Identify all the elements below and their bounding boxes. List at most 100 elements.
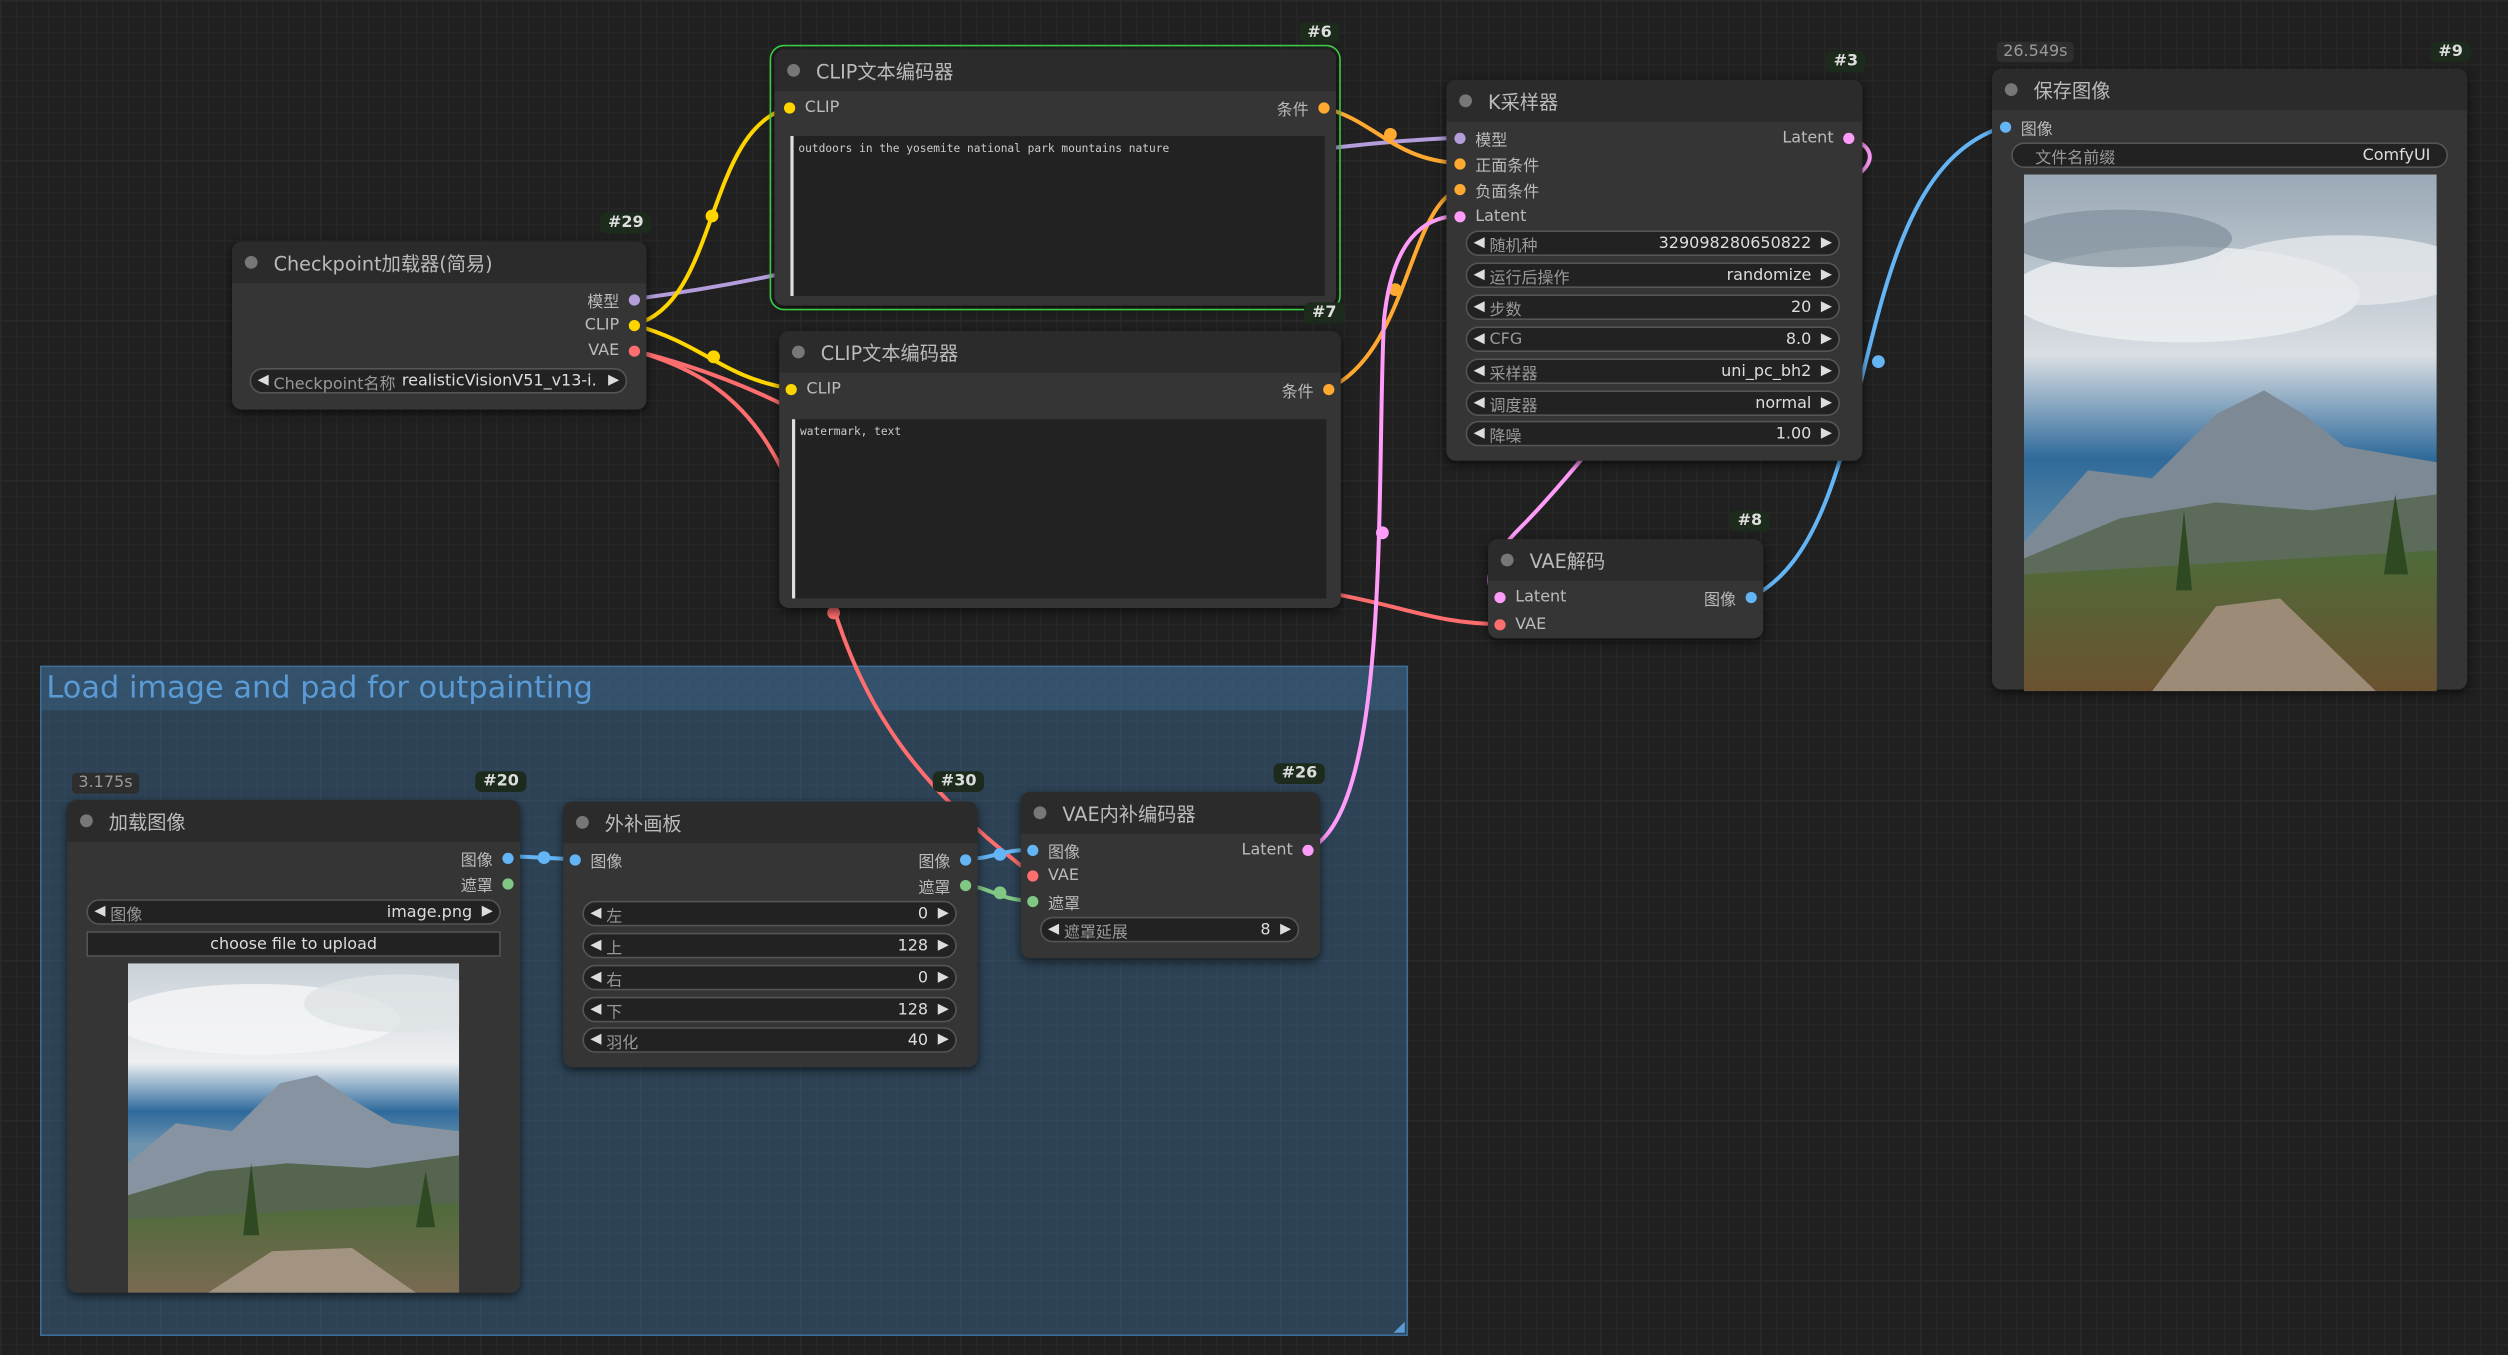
feathering-widget[interactable]: ◀ 羽化 40 ▶ xyxy=(582,1027,957,1053)
upload-button[interactable]: choose file to upload xyxy=(86,931,501,957)
clip-text-encode-positive-node[interactable]: CLIP文本编码器 CLIP 条件 outdoors in the yosemi… xyxy=(769,44,1341,311)
node-header[interactable]: 加载图像 xyxy=(67,800,520,842)
node-header[interactable]: Checkpoint加载器(简易) xyxy=(232,241,647,284)
input-slot-image[interactable]: 图像 xyxy=(1027,840,1080,862)
image-file-combo[interactable]: ◀ 图像 image.png ▶ xyxy=(86,899,501,925)
input-slot-image[interactable]: 图像 xyxy=(569,850,622,871)
arrow-right-icon: ▶ xyxy=(481,904,493,920)
load-image-node[interactable]: 加载图像 图像 遮罩 ◀ 图像 image.png ▶ choose file to … xyxy=(67,800,520,1293)
collapse-dot-icon[interactable] xyxy=(1033,806,1047,820)
collapse-dot-icon[interactable] xyxy=(1500,553,1514,567)
arrow-right-icon: ▶ xyxy=(1820,425,1832,442)
input-slot-mask[interactable]: 遮罩 xyxy=(1027,891,1080,913)
ksampler-node[interactable]: K采样器 模型 正面条件 负面条件 Latent Latent ◀ 随机种 3290… xyxy=(1446,80,1863,461)
input-slot-model[interactable]: 模型 xyxy=(1454,128,1507,150)
pad-top-widget[interactable]: ◀ 上 128 ▶ xyxy=(582,932,957,959)
node-header[interactable]: 保存图像 xyxy=(1992,68,2468,111)
save-image-node[interactable]: 保存图像 图像 文件名前缀 ComfyUI xyxy=(1992,68,2468,692)
collapse-dot-icon[interactable] xyxy=(787,64,800,77)
output-slot-clip[interactable]: CLIP xyxy=(585,315,640,334)
clip-text-encode-negative-node[interactable]: CLIP文本编码器 CLIP 条件 watermark, text xyxy=(779,331,1341,608)
arrow-right-icon: ▶ xyxy=(1280,921,1292,938)
pad-bottom-widget[interactable]: ◀ 下 128 ▶ xyxy=(582,996,957,1023)
cfg-widget[interactable]: ◀ CFG 8.0 ▶ xyxy=(1465,326,1840,352)
arrow-right-icon[interactable]: ▶ xyxy=(608,373,619,389)
arrow-left-icon: ◀ xyxy=(590,969,602,986)
denoise-widget[interactable]: ◀ 降噪 1.00 ▶ xyxy=(1465,420,1840,447)
node-header[interactable]: CLIP文本编码器 xyxy=(779,331,1341,373)
sampler-widget[interactable]: ◀ 采样器 uni_pc_bh2 ▶ xyxy=(1465,358,1840,384)
output-slot-mask[interactable]: 遮罩 xyxy=(461,874,514,895)
output-slot-mask[interactable]: 遮罩 xyxy=(918,875,972,897)
arrow-right-icon: ▶ xyxy=(937,937,949,954)
collapse-dot-icon[interactable] xyxy=(244,256,258,269)
input-slot-latent[interactable]: Latent xyxy=(1454,206,1526,225)
output-slot-image[interactable]: 图像 xyxy=(918,850,972,871)
arrow-right-icon: ▶ xyxy=(1820,395,1832,412)
node-id-badge: #7 xyxy=(1304,302,1345,324)
output-slot-latent[interactable]: Latent xyxy=(1782,128,1855,147)
grow-mask-widget[interactable]: ◀ 遮罩延展 8 ▶ xyxy=(1040,916,1300,943)
scheduler-widget[interactable]: ◀ 调度器 normal ▶ xyxy=(1465,390,1840,416)
node-id-badge: #9 xyxy=(2430,41,2471,63)
arrow-right-icon: ▶ xyxy=(937,1032,949,1048)
input-image-preview[interactable] xyxy=(128,963,460,1293)
pad-image-node[interactable]: 外补画板 图像 图像 遮罩 ◀ 左 0 ▶ ◀ 上 128 ▶ ◀ 右 0 ▶ ◀ 下 128 ▶ ◀ 羽… xyxy=(563,801,978,1068)
prompt-textarea[interactable]: watermark, text xyxy=(792,419,1327,599)
input-slot-negative[interactable]: 负面条件 xyxy=(1454,179,1539,201)
node-title: CLIP文本编码器 xyxy=(816,60,954,83)
checkpoint-loader-node[interactable]: Checkpoint加载器(简易) 模型 CLIP VAE ◀ Checkpoi… xyxy=(232,241,647,410)
node-header[interactable]: VAE内补编码器 xyxy=(1020,792,1320,834)
filename-prefix-input[interactable]: 文件名前缀 ComfyUI xyxy=(2011,142,2448,168)
node-header[interactable]: CLIP文本编码器 xyxy=(774,49,1336,92)
collapse-dot-icon[interactable] xyxy=(1459,94,1472,108)
output-slot-conditioning[interactable]: 条件 xyxy=(1277,98,1330,119)
vae-decode-node[interactable]: VAE解码 Latent VAE 图像 xyxy=(1488,539,1764,639)
input-slot-clip[interactable]: CLIP xyxy=(785,379,841,398)
node-header[interactable]: VAE解码 xyxy=(1488,539,1764,581)
output-slot-conditioning[interactable]: 条件 xyxy=(1282,379,1335,401)
node-id-badge: #26 xyxy=(1273,763,1326,784)
link-dot xyxy=(1376,526,1389,540)
output-slot-image[interactable]: 图像 xyxy=(461,848,514,870)
link-dot xyxy=(537,851,551,864)
collapse-dot-icon[interactable] xyxy=(576,816,589,829)
arrow-left-icon[interactable]: ◀ xyxy=(258,373,269,389)
output-slot-vae[interactable]: VAE xyxy=(588,341,640,360)
input-slot-clip[interactable]: CLIP xyxy=(784,98,839,117)
output-slot-latent[interactable]: Latent xyxy=(1242,840,1314,859)
arrow-right-icon: ▶ xyxy=(1820,363,1832,380)
steps-widget[interactable]: ◀ 步数 20 ▶ xyxy=(1465,294,1840,320)
seed-widget[interactable]: ◀ 随机种 329098280650822 ▶ xyxy=(1465,230,1840,256)
input-slot-positive[interactable]: 正面条件 xyxy=(1454,154,1539,175)
link-dot xyxy=(705,209,719,223)
output-slot-image[interactable]: 图像 xyxy=(1704,587,1757,609)
output-slot-model[interactable]: 模型 xyxy=(587,290,640,311)
input-slot-vae[interactable]: VAE xyxy=(1027,866,1079,885)
node-canvas[interactable]: Load image and pad for outpainting #29 C… xyxy=(0,0,2508,1355)
node-header[interactable]: 外补画板 xyxy=(563,801,978,844)
arrow-right-icon: ▶ xyxy=(937,1001,949,1018)
node-title: 保存图像 xyxy=(2033,79,2111,102)
arrow-left-icon: ◀ xyxy=(1473,363,1485,380)
prompt-textarea[interactable]: outdoors in the yosemite national park m… xyxy=(790,136,1325,296)
node-header[interactable]: K采样器 xyxy=(1446,80,1863,122)
collapse-dot-icon[interactable] xyxy=(2004,83,2018,96)
pad-left-widget[interactable]: ◀ 左 0 ▶ xyxy=(582,900,957,927)
arrow-right-icon: ▶ xyxy=(937,905,949,922)
node-id-badge: #6 xyxy=(1299,22,1340,44)
input-slot-image[interactable]: 图像 xyxy=(2000,117,2053,138)
collapse-dot-icon[interactable] xyxy=(792,345,805,359)
arrow-left-icon: ◀ xyxy=(1473,331,1485,348)
arrow-left-icon: ◀ xyxy=(1473,395,1485,412)
control-after-generate-widget[interactable]: ◀ 运行后操作 randomize ▶ xyxy=(1465,262,1840,288)
input-slot-vae[interactable]: VAE xyxy=(1494,614,1546,633)
node-title: Checkpoint加载器(简易) xyxy=(273,252,493,275)
output-image-preview[interactable] xyxy=(2024,174,2437,692)
pad-right-widget[interactable]: ◀ 右 0 ▶ xyxy=(582,964,957,991)
collapse-dot-icon[interactable] xyxy=(80,814,93,828)
link-dot xyxy=(1384,128,1397,141)
input-slot-latent[interactable]: Latent xyxy=(1494,587,1566,606)
vae-encode-inpaint-node[interactable]: VAE内补编码器 图像 VAE 遮罩 Latent ◀ 遮罩延展 8 ▶ xyxy=(1020,792,1320,959)
ckpt-name-combo[interactable]: ◀ Checkpoint名称 realisticVisionV51_v13-i.… xyxy=(249,368,628,394)
